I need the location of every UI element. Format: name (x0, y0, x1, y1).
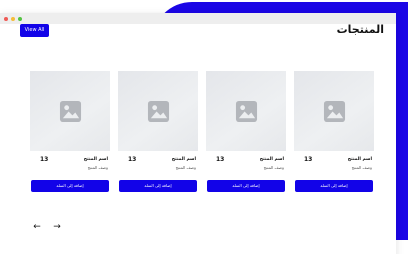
add-to-cart-button[interactable]: إضافة إلى السلة (31, 180, 109, 192)
product-image (294, 71, 374, 151)
product-image (206, 71, 286, 151)
product-price: 13 (216, 156, 225, 163)
image-placeholder-icon (323, 100, 345, 122)
arrow-left-icon[interactable]: ← (32, 222, 42, 232)
product-name: اسم المنتج (347, 157, 372, 162)
page-title: المنتجات (336, 23, 384, 36)
product-price: 13 (304, 156, 313, 163)
product-image (118, 71, 198, 151)
add-to-cart-button[interactable]: إضافة إلى السلة (207, 180, 285, 192)
image-placeholder-icon (147, 100, 169, 122)
product-card: 13 اسم المنتج وصف المنتج إضافة إلى السلة (118, 71, 198, 192)
product-description: وصف المنتج (175, 165, 196, 170)
product-card: 13 اسم المنتج وصف المنتج إضافة إلى السلة (294, 71, 374, 192)
product-card: 13 اسم المنتج وصف المنتج إضافة إلى السلة (30, 71, 110, 192)
image-placeholder-icon (59, 100, 81, 122)
minimize-window-dot[interactable] (11, 16, 15, 21)
add-to-cart-button[interactable]: إضافة إلى السلة (119, 180, 197, 192)
image-placeholder-icon (235, 100, 257, 122)
maximize-window-dot[interactable] (18, 16, 22, 21)
product-price: 13 (128, 156, 137, 163)
add-to-cart-button[interactable]: إضافة إلى السلة (295, 180, 373, 192)
product-description: وصف المنتج (87, 165, 108, 170)
product-card: 13 اسم المنتج وصف المنتج إضافة إلى السلة (206, 71, 286, 192)
product-description: وصف المنتج (351, 165, 372, 170)
close-window-dot[interactable] (4, 16, 8, 21)
product-image (30, 71, 110, 151)
product-name: اسم المنتج (259, 157, 284, 162)
product-name: اسم المنتج (171, 157, 196, 162)
product-description: وصف المنتج (263, 165, 284, 170)
view-all-button[interactable]: View All (20, 24, 49, 37)
arrow-right-icon[interactable]: → (52, 222, 62, 232)
product-price: 13 (40, 156, 49, 163)
product-name: اسم المنتج (83, 157, 108, 162)
